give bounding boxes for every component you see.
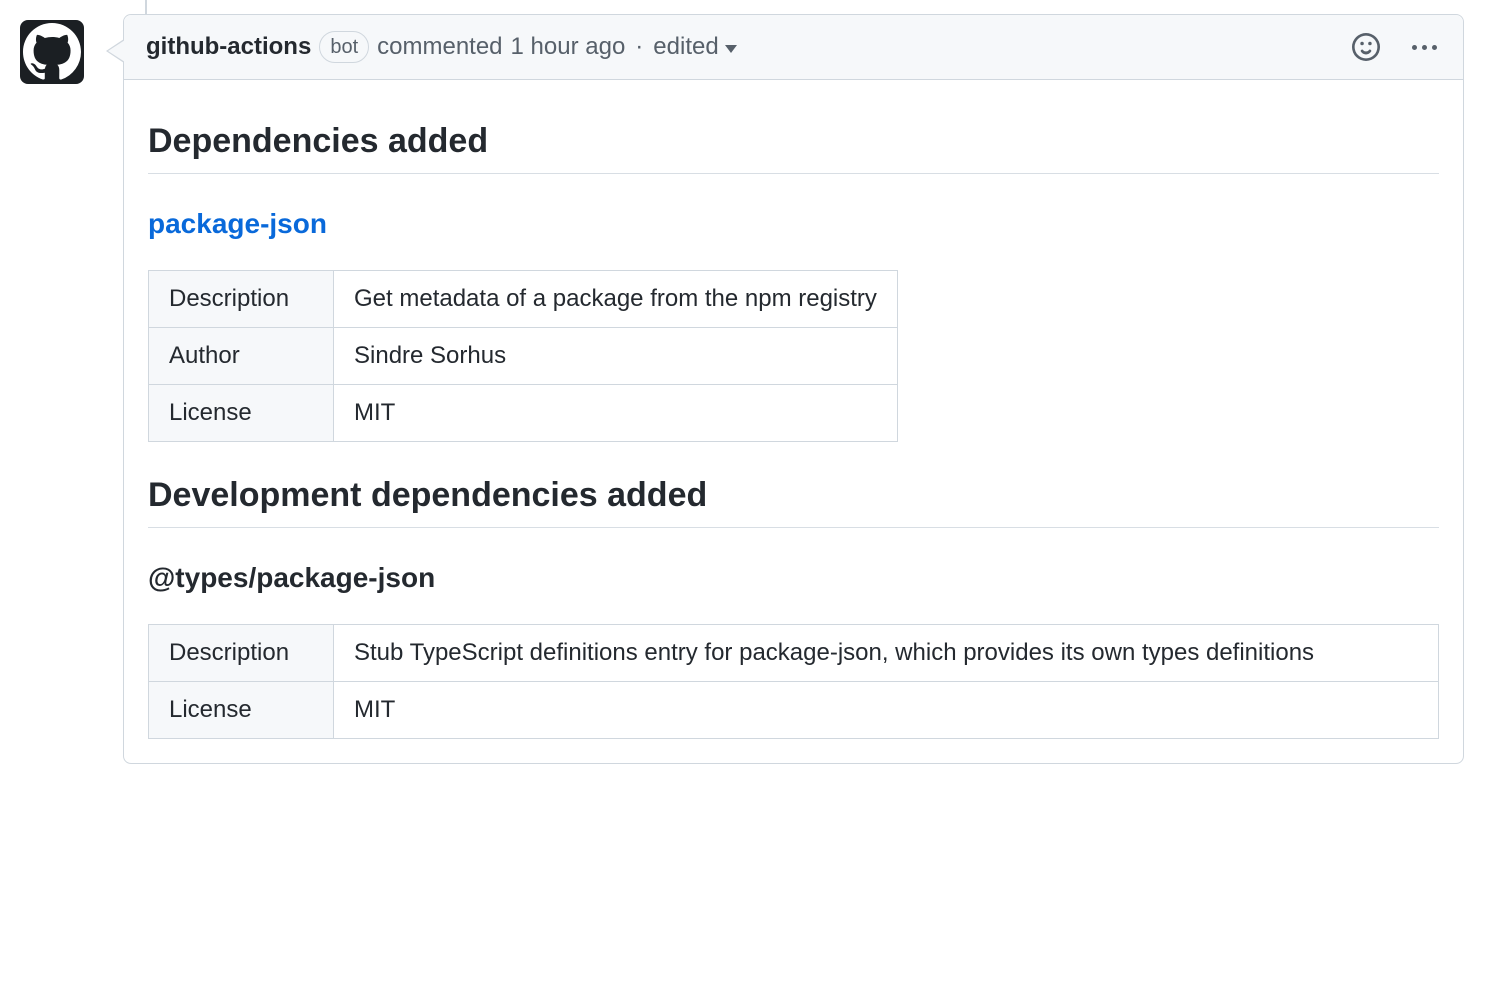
comment-body: Dependencies added package-json Descript…	[124, 80, 1463, 763]
author-avatar[interactable]	[20, 20, 84, 84]
package-json-link[interactable]: package-json	[148, 208, 327, 239]
comment-container: github-actions bot commented 1 hour ago …	[123, 14, 1464, 764]
table-key: License	[149, 385, 334, 442]
package-json-table: DescriptionGet metadata of a package fro…	[148, 270, 898, 442]
kebab-icon	[1412, 45, 1437, 50]
table-value: Sindre Sorhus	[334, 328, 898, 385]
table-row: LicenseMIT	[149, 385, 898, 442]
github-mark-icon	[23, 23, 81, 81]
table-key: Description	[149, 625, 334, 682]
author-link[interactable]: github-actions	[146, 33, 311, 61]
dev-dependencies-added-heading: Development dependencies added	[148, 476, 1439, 528]
table-row: DescriptionGet metadata of a package fro…	[149, 271, 898, 328]
table-key: License	[149, 682, 334, 739]
table-row: DescriptionStub TypeScript definitions e…	[149, 625, 1439, 682]
smiley-icon	[1352, 33, 1380, 61]
table-key: Author	[149, 328, 334, 385]
kebab-menu-button[interactable]	[1408, 41, 1441, 54]
table-value: Get metadata of a package from the npm r…	[334, 271, 898, 328]
table-value: MIT	[334, 682, 1439, 739]
table-key: Description	[149, 271, 334, 328]
commented-label: commented	[377, 33, 502, 61]
bot-badge: bot	[319, 31, 369, 63]
types-package-json-table: DescriptionStub TypeScript definitions e…	[148, 624, 1439, 739]
edited-dropdown[interactable]: edited	[653, 33, 736, 61]
dependencies-added-heading: Dependencies added	[148, 122, 1439, 174]
edited-label: edited	[653, 33, 718, 61]
add-reaction-button[interactable]	[1348, 29, 1384, 65]
timestamp-link[interactable]: 1 hour ago	[511, 33, 626, 61]
table-row: LicenseMIT	[149, 682, 1439, 739]
comment-arrow	[106, 39, 124, 63]
types-package-json-heading: @types/package-json	[148, 562, 1439, 594]
table-value: Stub TypeScript definitions entry for pa…	[334, 625, 1439, 682]
caret-down-icon	[725, 45, 737, 53]
separator-dot: ·	[635, 33, 643, 61]
table-row: AuthorSindre Sorhus	[149, 328, 898, 385]
table-value: MIT	[334, 385, 898, 442]
comment-header: github-actions bot commented 1 hour ago …	[124, 15, 1463, 80]
